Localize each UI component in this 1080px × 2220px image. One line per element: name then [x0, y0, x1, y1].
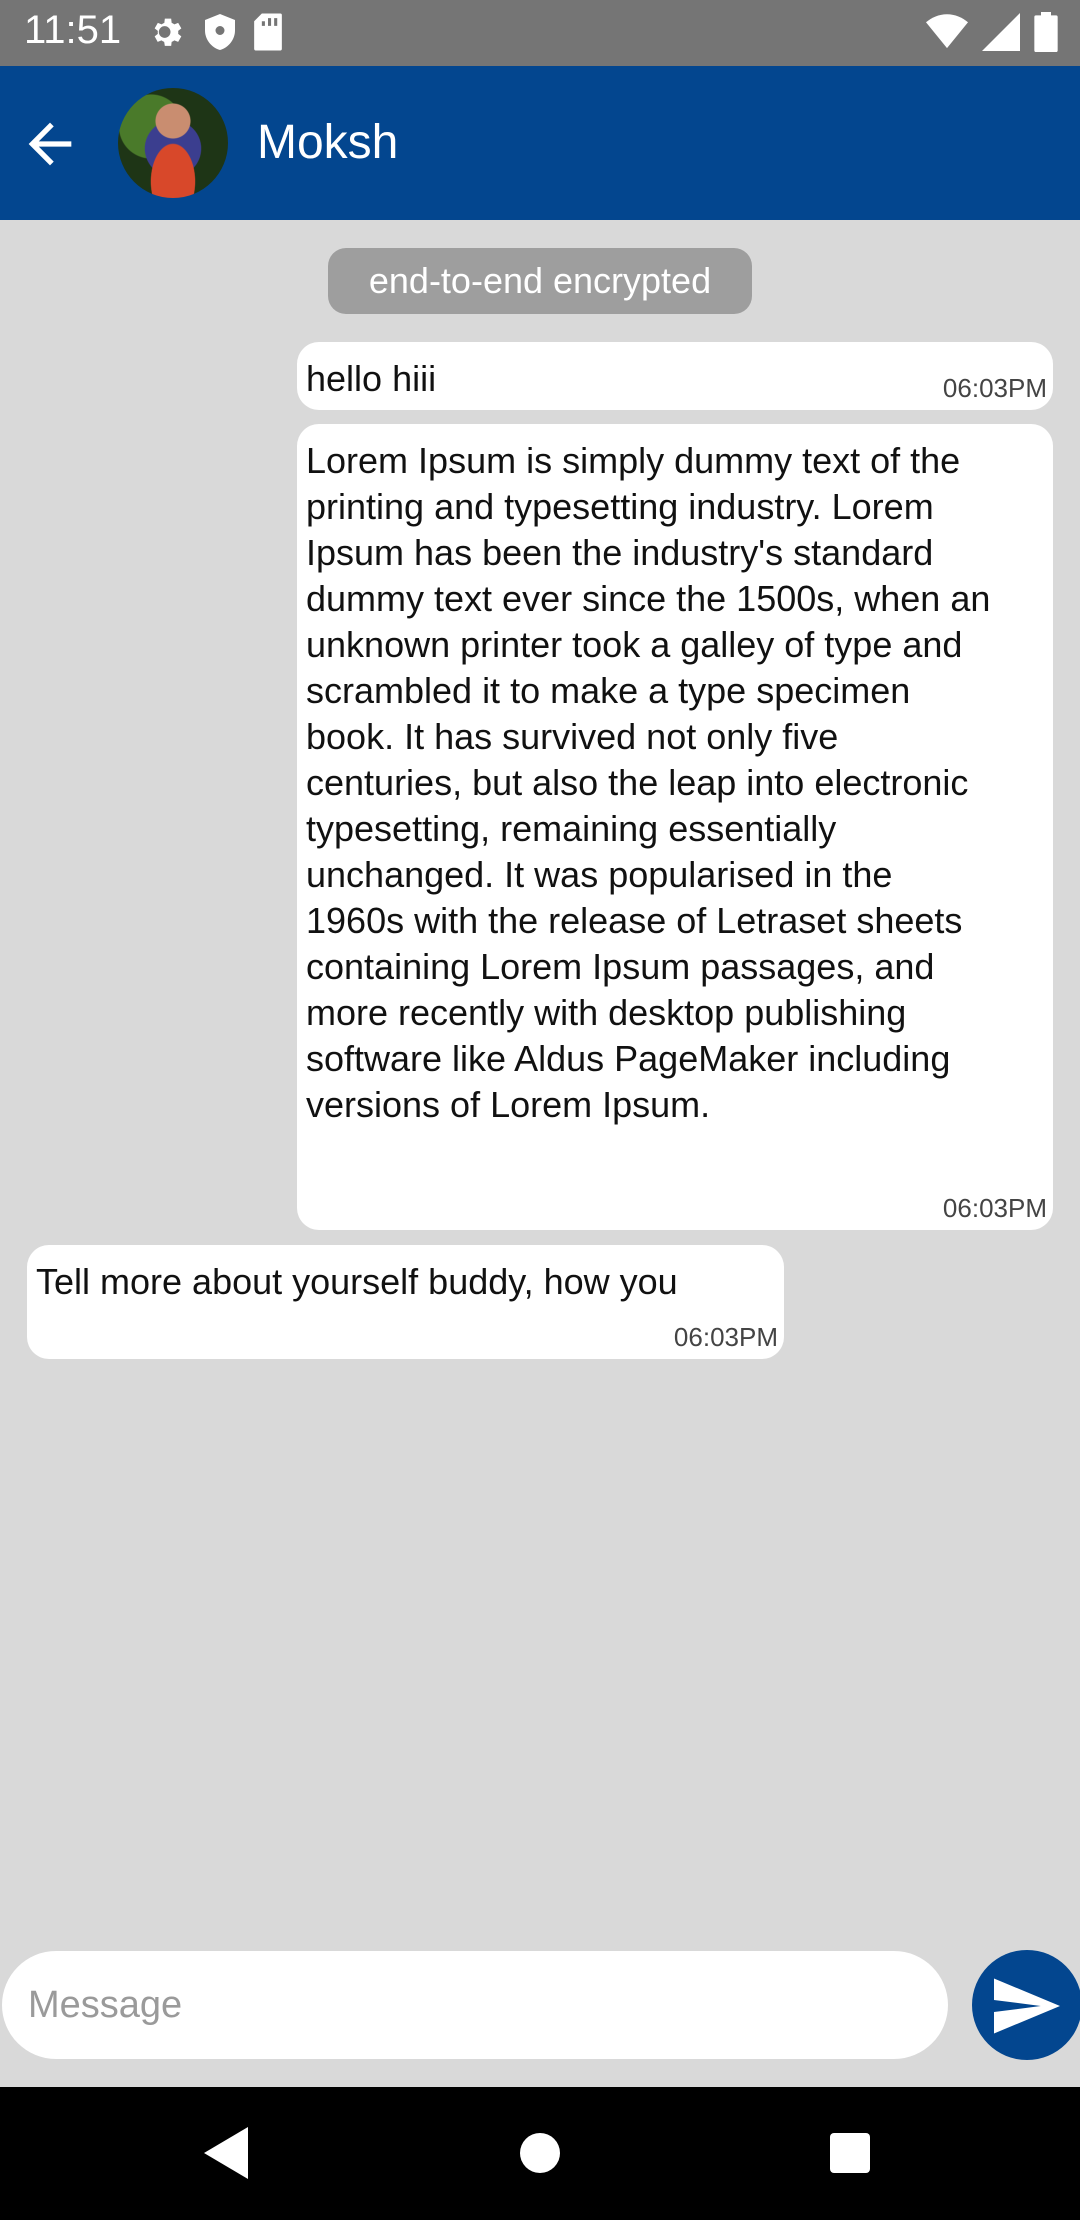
avatar[interactable]: [118, 88, 228, 198]
status-right-icons: [926, 12, 1058, 52]
status-time: 11:51: [24, 8, 122, 52]
message-bubble-outgoing[interactable]: Lorem Ipsum is simply dummy text of the …: [297, 424, 1053, 1230]
status-left-icons: [148, 12, 284, 52]
signal-icon: [982, 13, 1020, 51]
encryption-notice: end-to-end encrypted: [328, 248, 752, 314]
wifi-icon: [926, 14, 968, 49]
send-button[interactable]: [972, 1950, 1080, 2060]
recents-square-icon[interactable]: [828, 2127, 872, 2179]
message-text: Lorem Ipsum is simply dummy text of the …: [306, 440, 1001, 1125]
back-button[interactable]: [18, 112, 82, 176]
navigation-bar: [0, 2087, 1080, 2220]
shield-icon: [205, 14, 235, 50]
send-icon: [994, 1978, 1060, 2034]
home-circle-icon[interactable]: [518, 2127, 562, 2179]
status-bar: 11:51: [0, 0, 1080, 66]
message-time: 06:03PM: [942, 373, 1047, 403]
message-text: hello hiii: [306, 358, 437, 399]
message-bubble-incoming[interactable]: Tell more about yourself buddy, how you …: [27, 1245, 784, 1359]
message-bubble-outgoing[interactable]: hello hiii 06:03PM: [297, 342, 1053, 410]
app-bar: Moksh: [0, 66, 1080, 220]
message-time: 06:03PM: [673, 1322, 778, 1352]
message-text: Tell more about yourself buddy, how you: [36, 1261, 678, 1302]
message-input[interactable]: [2, 1951, 948, 2059]
sd-card-icon: [254, 13, 282, 51]
battery-icon: [1034, 12, 1058, 52]
contact-name[interactable]: Moksh: [257, 115, 398, 170]
gear-icon: [154, 18, 182, 46]
arrow-back-icon: [28, 122, 72, 166]
back-triangle-icon[interactable]: [204, 2127, 248, 2179]
message-time: 06:03PM: [942, 1193, 1047, 1223]
